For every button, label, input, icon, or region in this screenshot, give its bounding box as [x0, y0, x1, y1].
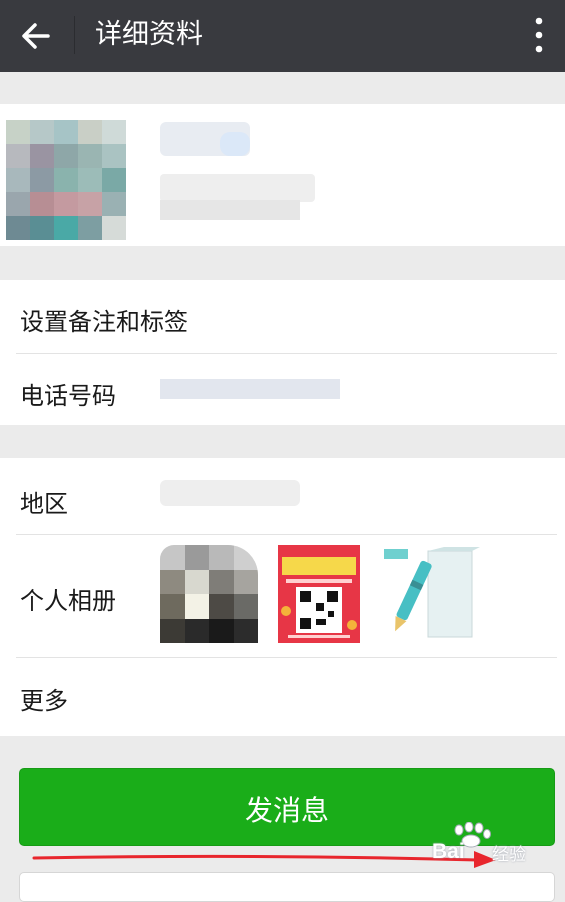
album-thumbnail-1[interactable] [160, 545, 258, 643]
nickname-redacted-accent [220, 132, 250, 156]
phone-number-redacted[interactable] [160, 379, 340, 399]
header-divider [74, 16, 75, 54]
watermark-brand: Bai [432, 840, 465, 863]
wechat-id-redacted-2 [160, 200, 300, 220]
remark-tag-item[interactable]: 设置备注和标签 [20, 302, 188, 337]
divider [16, 353, 557, 354]
album-row[interactable]: 个人相册 [0, 535, 565, 657]
secondary-button[interactable] [19, 872, 555, 902]
region-value-redacted [160, 480, 300, 506]
avatar[interactable] [6, 120, 126, 240]
album-label: 个人相册 [20, 587, 116, 615]
more-item[interactable]: 更多 [20, 681, 68, 716]
album-thumbnail-3[interactable] [382, 545, 480, 643]
page-title: 详细资料 [95, 19, 203, 50]
profile-card[interactable] [0, 104, 565, 246]
divider [16, 657, 557, 658]
baidu-watermark: Bai 经验 [432, 822, 542, 866]
remark-phone-section: 设置备注和标签 电话号码 [0, 280, 565, 425]
top-bar: 详细资料 [0, 0, 565, 72]
phone-label: 电话号码 [20, 382, 116, 410]
annotation-arrow [32, 851, 496, 868]
back-arrow-icon[interactable] [18, 18, 54, 54]
more-options-icon[interactable] [530, 16, 548, 56]
region-label: 地区 [20, 490, 68, 518]
wechat-id-redacted [160, 174, 315, 202]
album-thumbnail-2[interactable] [278, 545, 360, 643]
watermark-text: 经验 [492, 845, 526, 865]
details-section: 地区 个人相册 更多 [0, 458, 565, 736]
